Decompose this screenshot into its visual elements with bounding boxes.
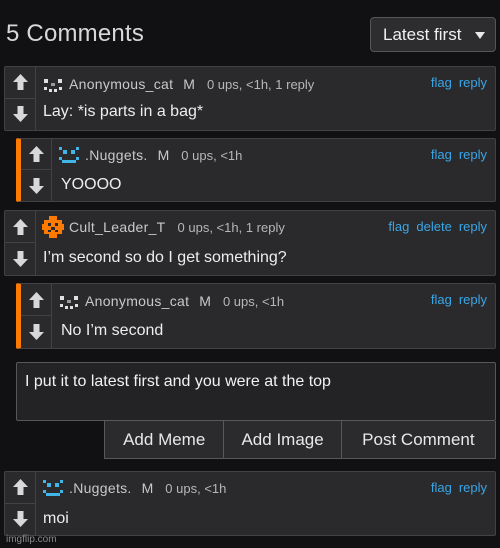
comment-meta: Anonymous_cat M 0 ups, <1h, 1 reply — [41, 72, 314, 96]
downvote-button[interactable] — [5, 99, 35, 131]
sort-selected-label: Latest first — [383, 25, 462, 44]
arrow-down-icon — [12, 106, 28, 123]
delete-link[interactable]: delete — [416, 219, 451, 234]
comment-username[interactable]: Anonymous_cat — [69, 76, 173, 92]
comment-stats: 0 ups, <1h, 1 reply — [206, 76, 315, 92]
reply-comment-item: .Nuggets. M 0 ups, <1h flag reply YOOOO — [16, 138, 496, 202]
arrow-down-icon — [28, 324, 44, 340]
comment-stats: 0 ups, <1h, 1 reply — [177, 219, 285, 235]
reply-link[interactable]: reply — [459, 480, 487, 495]
anonymous-cat-avatar-icon — [60, 296, 78, 309]
comment-stats: 0 ups, <1h — [181, 147, 243, 163]
flag-link[interactable]: flag — [431, 75, 452, 90]
comment-meta: Cult_Leader_T 0 ups, <1h, 1 reply — [41, 215, 285, 239]
upvote-button[interactable] — [21, 139, 51, 170]
comment-actions: flag reply — [431, 480, 487, 495]
flag-link[interactable]: flag — [431, 147, 452, 162]
comment-meta: .Nuggets. M 0 ups, <1h — [41, 476, 226, 500]
reply-link[interactable]: reply — [459, 292, 487, 307]
vote-controls — [21, 139, 52, 201]
upvote-button[interactable] — [5, 472, 35, 504]
comments-count-title: 5 Comments — [6, 20, 145, 47]
comments-header: 5 Comments Latest first — [0, 0, 500, 62]
reply-link[interactable]: reply — [459, 147, 487, 162]
arrow-up-icon — [28, 291, 44, 308]
flag-link[interactable]: flag — [388, 219, 409, 234]
mod-badge: M — [199, 293, 211, 309]
downvote-button[interactable] — [21, 170, 51, 201]
mod-badge: M — [183, 76, 195, 92]
downvote-button[interactable] — [5, 504, 35, 536]
comment-text: I’m second so do I get something? — [43, 249, 287, 266]
add-image-button[interactable]: Add Image — [224, 421, 342, 458]
downvote-button[interactable] — [5, 243, 35, 275]
comment-item: Cult_Leader_T 0 ups, <1h, 1 reply flag d… — [4, 210, 496, 276]
comment-actions: flag reply — [431, 75, 487, 90]
add-meme-button[interactable]: Add Meme — [105, 421, 225, 458]
upvote-button[interactable] — [21, 284, 51, 316]
comment-item: .Nuggets. M 0 ups, <1h flag reply moi — [4, 471, 496, 536]
downvote-button[interactable] — [21, 316, 51, 348]
comment-username[interactable]: Cult_Leader_T — [69, 219, 166, 235]
nuggets-avatar-icon — [59, 147, 79, 163]
upvote-button[interactable] — [5, 211, 35, 243]
arrow-up-icon — [12, 479, 28, 496]
comment-username[interactable]: .Nuggets. — [85, 147, 148, 163]
reply-comment-item: Anonymous_cat M 0 ups, <1h flag reply No… — [16, 283, 496, 349]
comment-item: Anonymous_cat M 0 ups, <1h, 1 reply flag… — [4, 66, 496, 131]
vote-controls — [21, 284, 52, 348]
vote-controls — [5, 211, 36, 275]
cult-leader-avatar-icon — [42, 216, 64, 238]
arrow-down-icon — [12, 511, 28, 528]
arrow-up-icon — [12, 74, 28, 91]
arrow-down-icon — [28, 177, 44, 194]
sort-dropdown[interactable]: Latest first — [370, 17, 496, 52]
comment-compose-input[interactable]: I put it to latest first and you were at… — [16, 362, 496, 421]
vote-controls — [5, 472, 36, 535]
reply-link[interactable]: reply — [459, 219, 487, 234]
comment-stats: 0 ups, <1h — [222, 293, 285, 309]
chevron-down-icon — [475, 32, 485, 39]
comment-username[interactable]: Anonymous_cat — [85, 293, 189, 309]
imgflip-watermark: imgflip.com — [6, 534, 57, 545]
comment-stats: 0 ups, <1h — [165, 480, 227, 496]
compose-toolbar: Add Meme Add Image Post Comment — [104, 421, 496, 459]
comment-text: No I’m second — [61, 322, 164, 339]
upvote-button[interactable] — [5, 67, 35, 99]
flag-link[interactable]: flag — [431, 292, 452, 307]
anonymous-cat-avatar-icon — [44, 79, 62, 92]
flag-link[interactable]: flag — [431, 480, 452, 495]
post-comment-button[interactable]: Post Comment — [342, 421, 495, 458]
comment-meta: .Nuggets. M 0 ups, <1h — [57, 143, 242, 167]
comment-text: YOOOO — [61, 176, 122, 193]
nuggets-avatar-icon — [43, 480, 63, 496]
comment-actions: flag reply — [431, 147, 487, 162]
comment-text: moi — [43, 510, 69, 527]
vote-controls — [5, 67, 36, 130]
comment-actions: flag delete reply — [388, 219, 487, 234]
reply-link[interactable]: reply — [459, 75, 487, 90]
arrow-up-icon — [12, 218, 28, 235]
arrow-down-icon — [12, 251, 28, 267]
comment-actions: flag reply — [431, 292, 487, 307]
comment-username[interactable]: .Nuggets. — [69, 480, 132, 496]
mod-badge: M — [141, 480, 154, 496]
comment-text: Lay: *is parts in a bag* — [43, 103, 204, 120]
mod-badge: M — [157, 147, 170, 163]
arrow-up-icon — [28, 146, 44, 162]
comment-meta: Anonymous_cat M 0 ups, <1h — [57, 289, 284, 313]
